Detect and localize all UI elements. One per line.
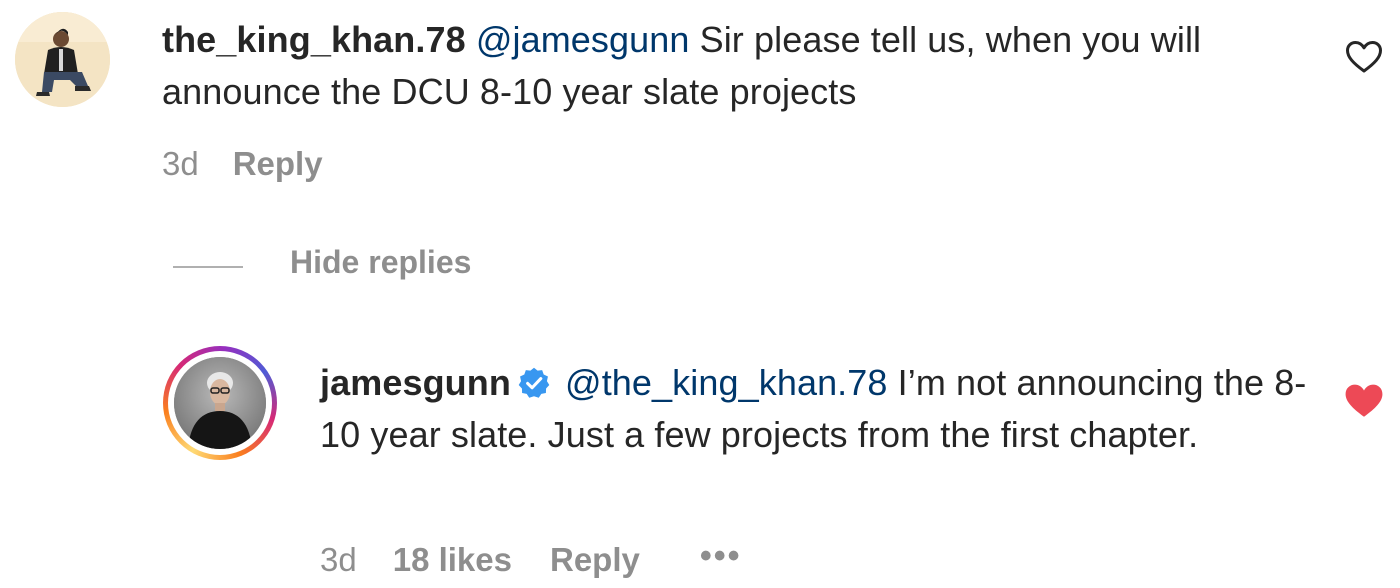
comment-reply-button[interactable]: Reply [233, 145, 323, 183]
comment-meta: 3d Reply [162, 142, 323, 186]
reply-username[interactable]: jamesgunn [320, 362, 511, 403]
reply-timestamp[interactable]: 3d [320, 541, 357, 579]
comment-timestamp[interactable]: 3d [162, 145, 199, 183]
avatar-photo [15, 12, 110, 107]
reply-meta: 3d 18 likes Reply ••• [320, 538, 742, 582]
reply-mention[interactable]: @the_king_khan.78 [565, 362, 887, 403]
avatar-photo [174, 357, 266, 449]
reply-body: jamesgunn @the_king_khan.78 I’m not anno… [320, 357, 1320, 461]
reply-likes-count[interactable]: 18 likes [393, 541, 512, 579]
avatar-jamesgunn-story-ring[interactable] [163, 346, 277, 460]
avatar-jamesgunn[interactable] [174, 357, 266, 449]
comment-mention[interactable]: @jamesgunn [476, 19, 690, 60]
heart-filled-icon[interactable] [1344, 383, 1384, 419]
heart-outline-icon[interactable] [1345, 40, 1383, 74]
reply-reply-button[interactable]: Reply [550, 541, 640, 579]
comment-username[interactable]: the_king_khan.78 [162, 19, 466, 60]
hide-replies-divider [173, 266, 243, 268]
verified-badge-icon [517, 362, 551, 398]
more-options-icon[interactable]: ••• [700, 539, 742, 573]
avatar-the-king-khan[interactable] [15, 12, 110, 107]
hide-replies-button[interactable]: Hide replies [290, 244, 471, 281]
comment-body: the_king_khan.78 @jamesgunn Sir please t… [162, 14, 1312, 118]
